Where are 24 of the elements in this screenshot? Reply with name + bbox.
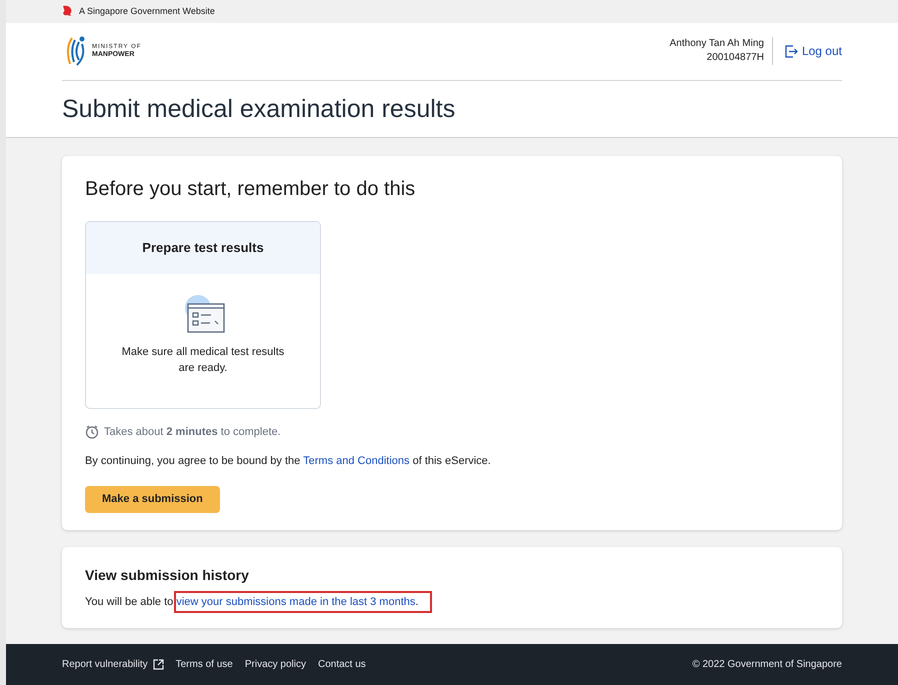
footer-link[interactable]: Report vulnerability [62, 656, 164, 672]
terms-link[interactable]: Terms and Conditions [303, 455, 410, 468]
footer-link[interactable]: Privacy policy [244, 656, 306, 672]
footer-link[interactable]: Contact us [318, 656, 366, 672]
step-description: Make sure all medical test results are ready. [120, 344, 286, 376]
user-name: Anthony Tan Ah Ming [670, 37, 764, 52]
user-id: 200104877H [706, 51, 764, 66]
clock-icon [85, 425, 99, 440]
make-submission-button[interactable]: Make a submission [85, 486, 220, 513]
step-title: Prepare test results [142, 239, 264, 258]
page-title: Submit medical examination results [62, 94, 456, 125]
highlight-frame: view your submissions made in the last 3 months. [176, 592, 430, 611]
history-link[interactable]: view your submissions made in the last 3 months [176, 596, 416, 608]
section-heading: Before you start, remember to do this [85, 176, 416, 202]
footer-link[interactable]: Terms of use [176, 656, 233, 672]
agreement-text: By continuing, you agree to be bound by the Terms and Conditions of this eService. [85, 454, 492, 470]
logout-icon [784, 44, 798, 58]
logout-link[interactable]: Log out [772, 42, 842, 60]
government-banner-text: A Singapore Government Website [79, 4, 215, 18]
duration-text: Takes about 2 minutes to complete. [104, 424, 281, 440]
copyright-text: © 2022 Government of Singapore [692, 658, 842, 672]
history-text: You will be able to view your submissions made in the last 3 months. [85, 592, 819, 612]
external-link-icon [152, 658, 164, 670]
section-heading: View submission history [85, 566, 250, 585]
